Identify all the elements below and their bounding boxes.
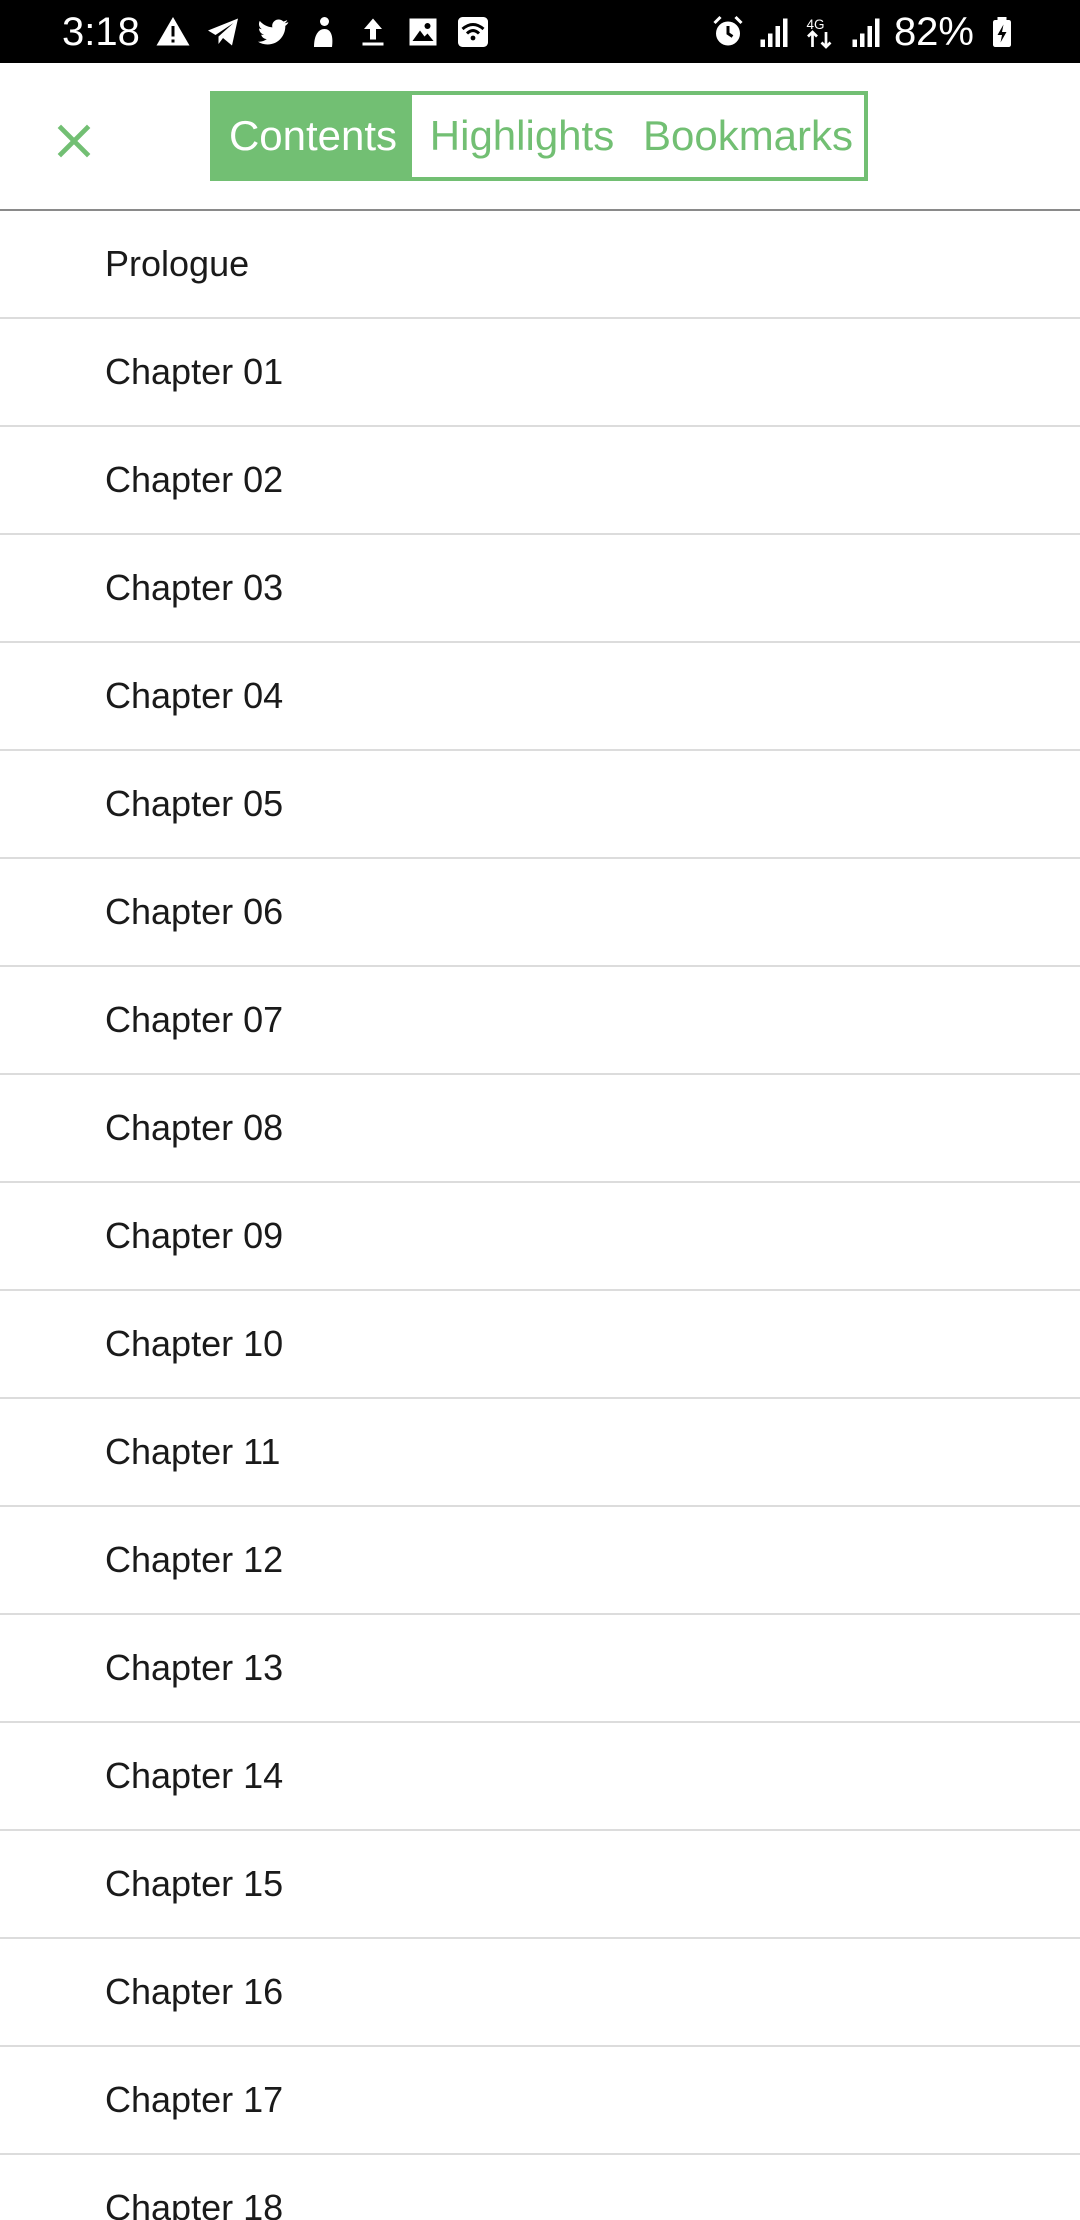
toc-item[interactable]: Chapter 16	[0, 1939, 1080, 2047]
toc-item-label: Chapter 14	[105, 1755, 284, 1796]
image-icon	[405, 14, 441, 50]
toc-item[interactable]: Chapter 11	[0, 1399, 1080, 1507]
toc-header: Contents Highlights Bookmarks	[0, 63, 1080, 211]
notification-icons	[155, 12, 491, 52]
wifi-calling-icon	[455, 14, 491, 50]
toc-item-label: Chapter 08	[105, 1107, 284, 1148]
close-icon	[52, 119, 96, 163]
toc-item-label: Prologue	[105, 243, 250, 284]
toc-item[interactable]: Chapter 08	[0, 1075, 1080, 1183]
toc-item[interactable]: Chapter 18	[0, 2155, 1080, 2220]
toc-item-label: Chapter 09	[105, 1215, 284, 1256]
toc-item-label: Chapter 03	[105, 567, 284, 608]
toc-item-label: Chapter 06	[105, 891, 284, 932]
battery-charging-icon	[984, 14, 1020, 50]
toc-item-label: Chapter 10	[105, 1323, 284, 1364]
segmented-tab-control: Contents Highlights Bookmarks	[210, 91, 868, 181]
tab-bookmarks[interactable]: Bookmarks	[632, 95, 864, 177]
toc-item-label: Chapter 05	[105, 783, 284, 824]
toc-item-label: Chapter 18	[105, 2187, 284, 2220]
reader-toc-screen: 3:18 4G 82% Contents Highlights Bookmark…	[0, 0, 1080, 2220]
status-time: 3:18	[62, 10, 140, 54]
4g-data-icon: 4G	[802, 14, 838, 50]
system-status-icons: 4G 82%	[710, 8, 1020, 56]
toc-item[interactable]: Chapter 07	[0, 967, 1080, 1075]
toc-item-label: Chapter 07	[105, 999, 284, 1040]
signal-icon	[848, 14, 884, 50]
tab-contents[interactable]: Contents	[214, 95, 412, 177]
status-bar: 3:18 4G 82%	[0, 0, 1080, 63]
toc-item[interactable]: Chapter 10	[0, 1291, 1080, 1399]
warning-icon	[155, 14, 191, 50]
battery-percent: 82%	[893, 10, 974, 54]
svg-text:4G: 4G	[806, 17, 824, 32]
toc-item-label: Chapter 16	[105, 1971, 284, 2012]
close-button[interactable]	[38, 105, 110, 177]
toc-item-label: Chapter 02	[105, 459, 284, 500]
toc-item[interactable]: Chapter 12	[0, 1507, 1080, 1615]
toc-item[interactable]: Chapter 14	[0, 1723, 1080, 1831]
toc-item[interactable]: Chapter 03	[0, 535, 1080, 643]
toc-item[interactable]: Chapter 05	[0, 751, 1080, 859]
toc-item[interactable]: Chapter 17	[0, 2047, 1080, 2155]
toc-item[interactable]: Chapter 09	[0, 1183, 1080, 1291]
telegram-icon	[205, 14, 241, 50]
toc-item[interactable]: Chapter 01	[0, 319, 1080, 427]
toc-item[interactable]: Chapter 02	[0, 427, 1080, 535]
toc-item[interactable]: Chapter 13	[0, 1615, 1080, 1723]
app-notification-icon	[305, 14, 341, 50]
toc-item-label: Chapter 11	[105, 1431, 281, 1472]
tab-highlights[interactable]: Highlights	[412, 95, 632, 177]
toc-item-label: Chapter 15	[105, 1863, 284, 1904]
toc-item[interactable]: Chapter 06	[0, 859, 1080, 967]
toc-item-label: Chapter 13	[105, 1647, 284, 1688]
toc-item-label: Chapter 04	[105, 675, 284, 716]
signal-icon	[756, 14, 792, 50]
toc-item-label: Chapter 12	[105, 1539, 284, 1580]
toc-item[interactable]: Chapter 04	[0, 643, 1080, 751]
toc-item[interactable]: Prologue	[0, 211, 1080, 319]
toc-list: Prologue Chapter 01 Chapter 02 Chapter 03 Ch…	[0, 211, 1080, 2220]
toc-item-label: Chapter 01	[105, 351, 284, 392]
download-icon	[355, 14, 391, 50]
alarm-icon	[710, 14, 746, 50]
twitter-icon	[255, 14, 291, 50]
toc-item[interactable]: Chapter 15	[0, 1831, 1080, 1939]
toc-item-label: Chapter 17	[105, 2079, 284, 2120]
